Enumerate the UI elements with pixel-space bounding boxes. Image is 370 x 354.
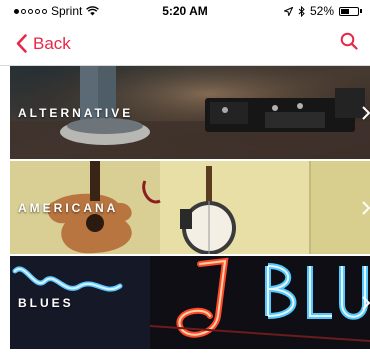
location-arrow-icon [283, 6, 293, 16]
genre-label: ALTERNATIVE [18, 105, 134, 120]
chevron-right-icon [362, 105, 370, 120]
status-bar-left: Sprint [0, 4, 100, 18]
status-bar-right: 52% [283, 4, 370, 18]
wifi-icon [86, 6, 100, 16]
chevron-right-icon [362, 200, 370, 215]
genre-label: AMERICANA [18, 200, 119, 215]
chevron-left-icon [16, 34, 27, 53]
chevron-right-icon [362, 295, 370, 310]
signal-strength-icon [14, 8, 47, 14]
battery-percentage: 52% [309, 4, 334, 18]
back-button-label: Back [33, 33, 71, 53]
genre-list: ALTERNATIVE AMERICANA BLUES [10, 66, 370, 351]
genre-row-alternative[interactable]: ALTERNATIVE [10, 66, 370, 159]
genre-label: BLUES [18, 295, 74, 310]
genre-row-americana[interactable]: AMERICANA [10, 161, 370, 254]
navigation-bar: Back [0, 22, 370, 66]
back-button[interactable]: Back [0, 34, 71, 54]
bluetooth-icon [298, 5, 305, 17]
carrier-name: Sprint [51, 4, 83, 18]
genre-row-blues[interactable]: BLUES [10, 256, 370, 349]
battery-icon [339, 6, 359, 16]
search-icon [340, 32, 358, 50]
search-button[interactable] [340, 32, 370, 55]
status-bar: Sprint 5:20 AM 52% [0, 0, 370, 22]
